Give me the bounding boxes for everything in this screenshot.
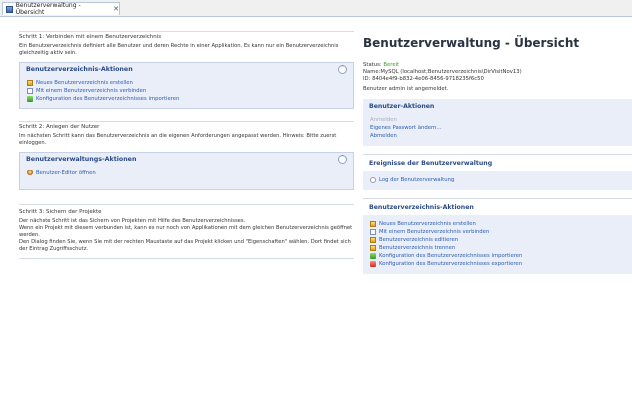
action-import-config[interactable]: Konfiguration des Benutzerverzeichnisses…: [27, 95, 347, 103]
export-icon: [370, 261, 376, 267]
status-line: Status: Bereit: [363, 62, 632, 69]
step3-line-2: Wenn ein Projekt mit diesem verbunden is…: [19, 225, 353, 238]
step1-text: Ein Benutzerverzeichnis definiert alle B…: [19, 43, 339, 56]
panel-title: Benutzerverwaltungs-Aktionen: [26, 155, 137, 163]
action-disconnect-directory[interactable]: Benutzerverzeichnis trennen: [370, 244, 626, 252]
action-connect-directory[interactable]: Mit einem Benutzerverzeichnis verbinden: [27, 87, 347, 95]
edit-directory-icon: [370, 237, 376, 243]
tab-bar: Benutzerverwaltung - Übersicht ✕: [0, 0, 632, 17]
panel-title: Benutzerverzeichnis-Aktionen: [26, 65, 133, 73]
action-edit-directory[interactable]: Benutzerverzeichnis editieren: [370, 236, 626, 244]
step1-title: Schritt 1: Verbinden mit einem Benutzerv…: [19, 34, 162, 40]
collapse-icon[interactable]: ˄: [338, 64, 347, 74]
step2-title: Schritt 2: Anlegen der Nutzer: [19, 124, 100, 130]
login-status: Benutzer admin ist angemeldet.: [363, 86, 449, 92]
connect-icon: [27, 88, 33, 94]
change-password-link[interactable]: Eigenes Passwort ändern...: [370, 124, 626, 132]
action-open-user-editor[interactable]: Benutzer-Editor öffnen: [27, 169, 347, 177]
action-import-config[interactable]: Konfiguration des Benutzerverzeichnisses…: [370, 252, 626, 260]
directory-name: Name:MySQL (localhost;Benutzerverzeichni…: [363, 69, 522, 75]
new-directory-icon: [370, 221, 376, 227]
user-editor-icon: [27, 170, 33, 176]
user-actions-panel: Benutzer-Aktionen Anmelden Eigenes Passw…: [363, 99, 632, 146]
import-icon: [370, 253, 376, 259]
tab-benutzerverwaltung[interactable]: Benutzerverwaltung - Übersicht ✕: [2, 2, 120, 16]
events-title: Ereignisse der Benutzerverwaltung: [369, 160, 493, 167]
log-icon: [370, 177, 376, 183]
user-management-actions-panel: Benutzerverwaltungs-Aktionen ˄ Benutzer-…: [19, 152, 354, 190]
right-column: Benutzerverwaltung - Übersicht Status: B…: [363, 31, 632, 274]
divider: [19, 121, 354, 122]
directory-id: ID: 8404e4f9-b832-4e06-8456-9718235f6c50: [363, 76, 484, 82]
logout-link[interactable]: Abmelden: [370, 132, 626, 140]
main-content: Schritt 1: Verbinden mit einem Benutzerv…: [0, 17, 632, 414]
user-actions-title: Benutzer-Aktionen: [369, 103, 435, 110]
close-icon[interactable]: ✕: [113, 5, 119, 13]
action-connect-directory[interactable]: Mit einem Benutzerverzeichnis verbinden: [370, 228, 626, 236]
action-open-log[interactable]: Log der Benutzerverwaltung: [370, 176, 626, 184]
step3-line-3: Den Dialog finden Sie, wenn Sie mit der …: [19, 239, 351, 252]
connect-icon: [370, 229, 376, 235]
user-management-icon: [6, 5, 13, 13]
divider: [19, 204, 354, 205]
directory-actions-panel: Benutzerverzeichnis-Aktionen ˄ Neues Ben…: [19, 62, 354, 109]
page-title: Benutzerverwaltung - Übersicht: [363, 36, 580, 50]
directory-actions-title: Benutzerverzeichnis-Aktionen: [369, 204, 474, 211]
left-column: Schritt 1: Verbinden mit einem Benutzerv…: [19, 31, 354, 259]
panel-header[interactable]: Benutzerverzeichnis-Aktionen ˄: [20, 63, 353, 75]
action-export-config[interactable]: Konfiguration des Benutzerverzeichnisses…: [370, 260, 626, 268]
disconnect-icon: [370, 245, 376, 251]
status-badge: Bereit: [383, 62, 400, 68]
step2-text: Im nächsten Schritt kann das Benutzerver…: [19, 133, 337, 146]
directory-actions-panel-right: Neues Benutzerverzeichnis erstellen Mit …: [363, 215, 632, 274]
action-new-directory[interactable]: Neues Benutzerverzeichnis erstellen: [370, 220, 626, 228]
divider: [19, 31, 354, 32]
status-label: Status:: [363, 62, 382, 68]
step3-line-1: Der nächste Schritt ist das Sichern von …: [19, 218, 246, 224]
login-link: Anmelden: [370, 117, 397, 123]
panel-header[interactable]: Benutzerverwaltungs-Aktionen ˄: [20, 153, 353, 165]
step3-title: Schritt 3: Sichern der Projekte: [19, 209, 102, 215]
events-panel: Log der Benutzerverwaltung: [363, 171, 632, 190]
new-directory-icon: [27, 80, 33, 86]
collapse-icon[interactable]: ˄: [338, 154, 347, 164]
action-new-directory[interactable]: Neues Benutzerverzeichnis erstellen: [27, 79, 347, 87]
import-icon: [27, 96, 33, 102]
divider: [19, 258, 354, 259]
tab-label: Benutzerverwaltung - Übersicht: [15, 2, 81, 16]
